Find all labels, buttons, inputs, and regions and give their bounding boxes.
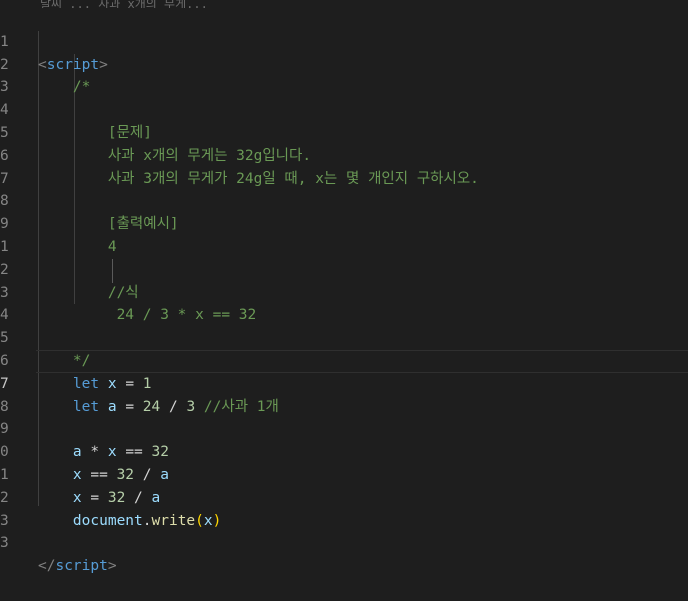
line-number: 3 — [0, 535, 8, 552]
code-line[interactable]: 3 24 / 3 * x == 32 — [0, 259, 688, 324]
tag-bracket: </ — [38, 558, 56, 575]
code-line[interactable]: 2 document.write(x) — [0, 464, 688, 529]
code-line[interactable]: 6 let x = 1 — [0, 327, 688, 392]
code-line[interactable]: 8 [출력예시] — [0, 168, 688, 232]
code-line[interactable]: 1 <script> — [0, 8, 688, 73]
code-line[interactable]: 1 x = 32 / a — [0, 441, 688, 506]
tag-bracket: > — [107, 558, 117, 575]
code-line[interactable]: 4 — [0, 282, 688, 323]
code-line[interactable]: 3 — [0, 487, 688, 529]
code-line[interactable]: 0 x == 32 / a — [0, 418, 688, 483]
previous-line-fragment: 날씨 ... 사과 x개의 무게... — [40, 0, 208, 8]
code-line[interactable]: 7 — [0, 145, 688, 187]
code-line[interactable]: 9 4 — [0, 190, 688, 255]
code-line[interactable]: 8 — [0, 373, 688, 415]
code-line[interactable]: 3 — [0, 54, 688, 95]
script-close-tag: script — [55, 558, 108, 575]
code-line[interactable]: 9 a * x == 32 — [0, 396, 688, 460]
code-line[interactable]: 4 [문제] — [0, 76, 688, 141]
code-line[interactable]: 1 — [0, 213, 688, 255]
code-line[interactable]: 5 사과 x개의 무게는 32g입니다. — [0, 99, 688, 164]
code-line[interactable]: 6 사과 3개의 무게가 24g일 때, x는 몇 개인지 구하시오. — [0, 122, 688, 187]
code-line[interactable]: 5 */ — [0, 304, 688, 369]
code-line[interactable]: 2 /* — [0, 31, 688, 96]
code-editor[interactable]: 1 <script> 2 /* 3 4 [문제] 5 사과 x개의 무게는 32… — [0, 8, 688, 574]
code-line-current[interactable]: 7 let a = 24 / 3 //사과 1개 — [0, 349, 688, 415]
code-line[interactable]: 3 </script> — [0, 510, 688, 574]
code-line[interactable]: 2 //식 — [0, 236, 688, 301]
